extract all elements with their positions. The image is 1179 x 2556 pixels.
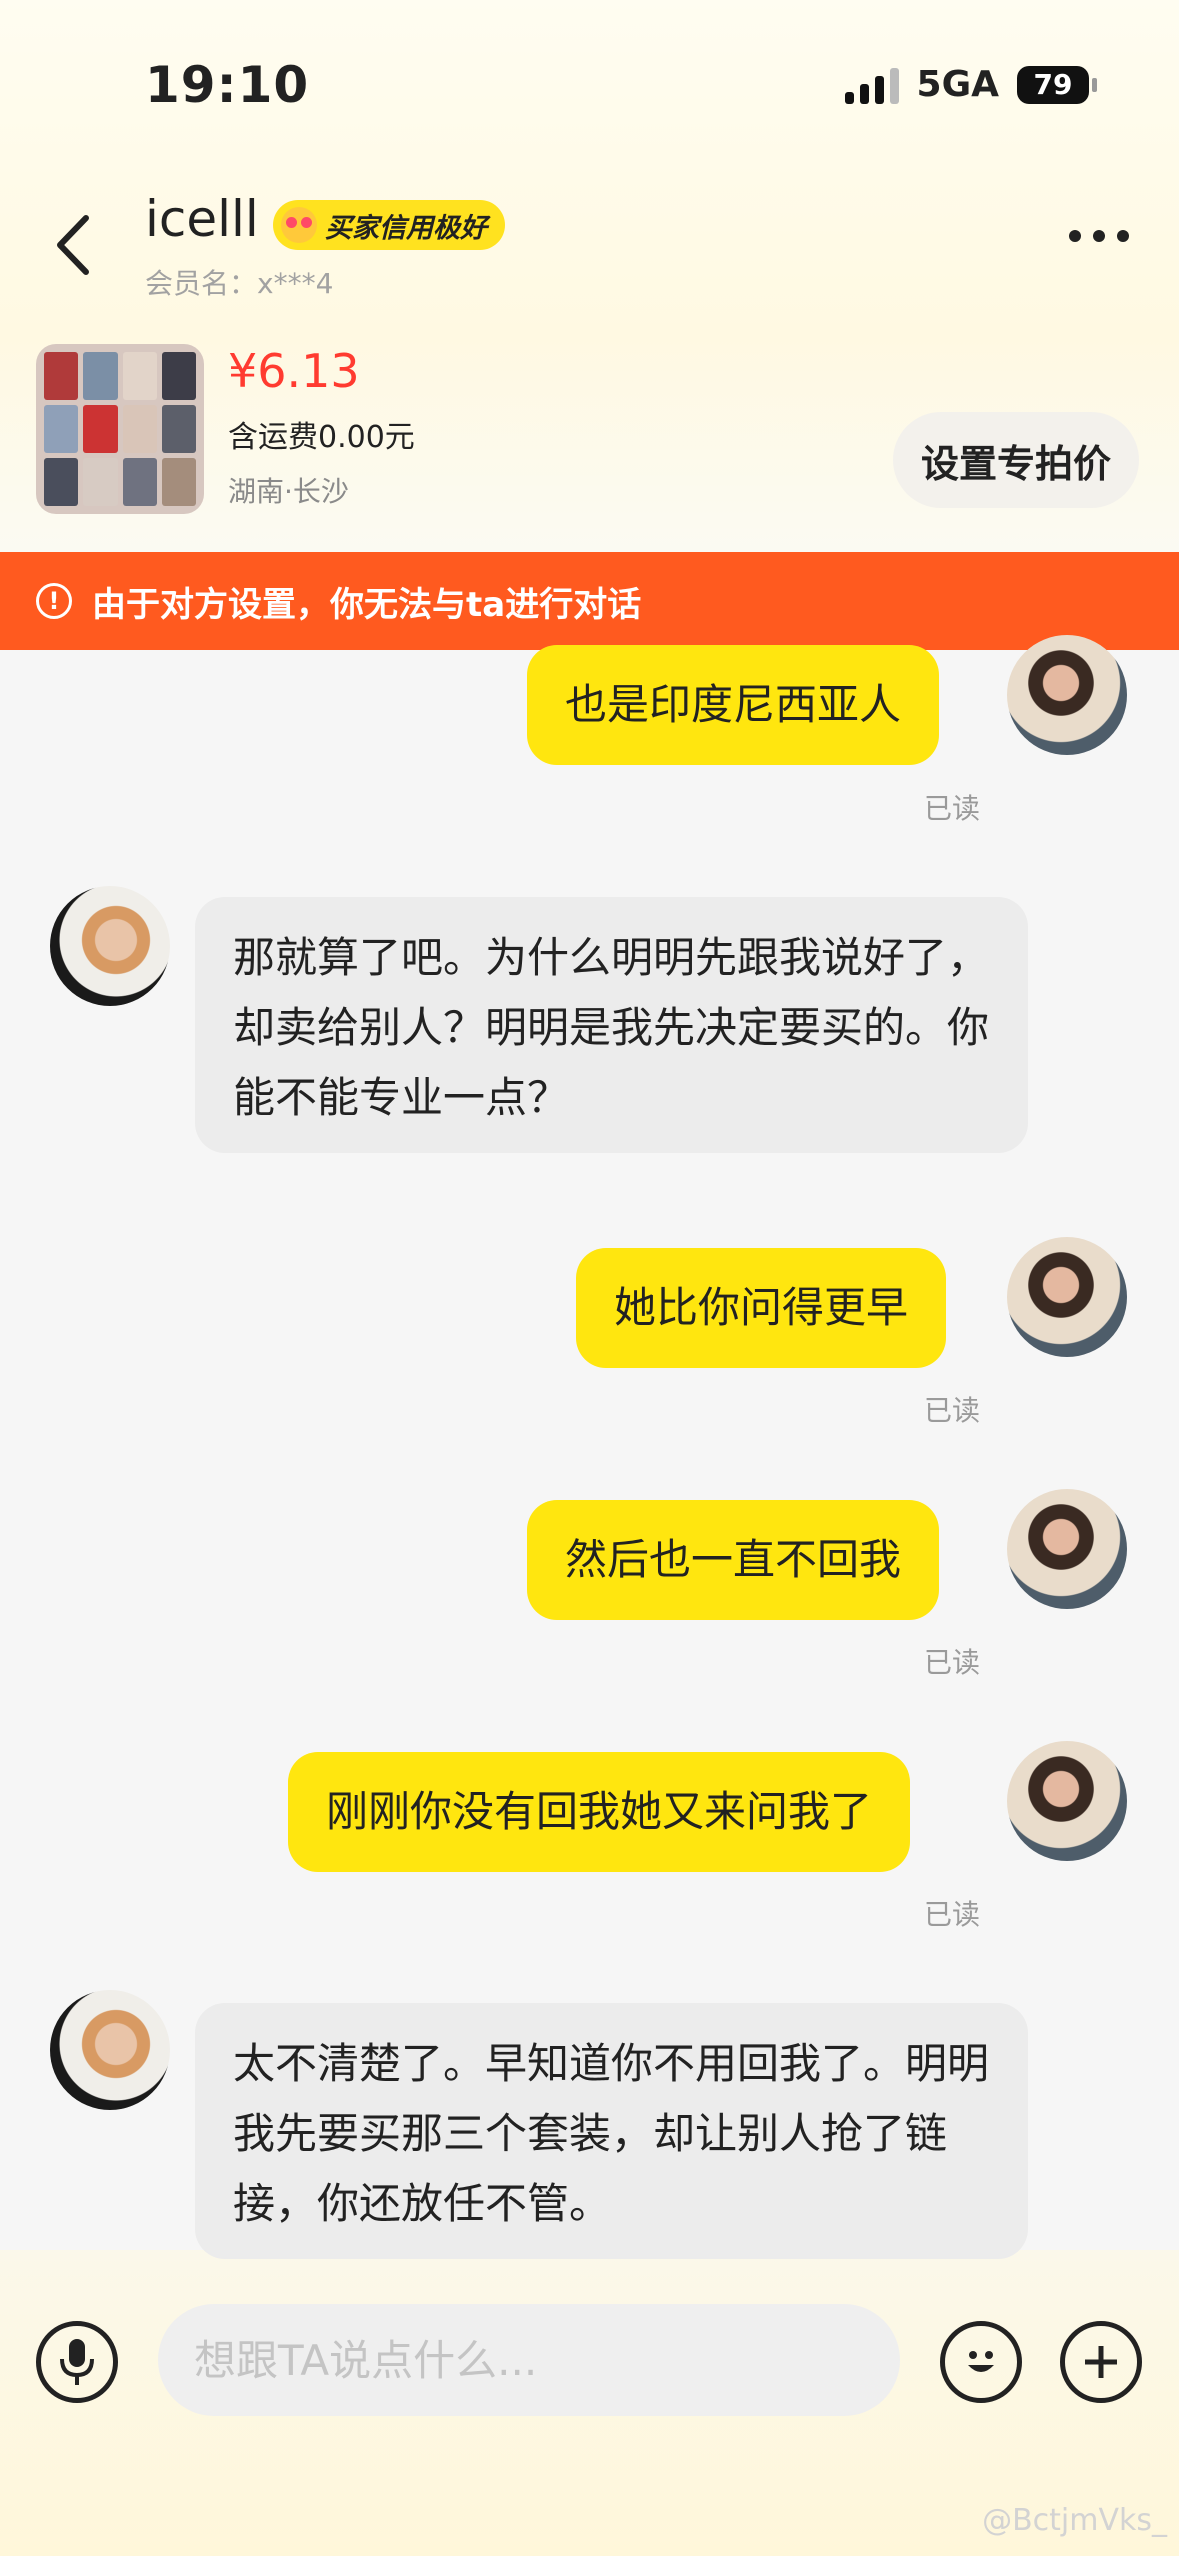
message-bubble-sent[interactable]: 她比你问得更早 xyxy=(576,1248,947,1368)
status-indicators: 5GA 79 xyxy=(844,64,1097,105)
heart-eyes-icon xyxy=(281,207,317,243)
product-location: 湖南·长沙 xyxy=(228,475,349,508)
battery-level: 79 xyxy=(1033,68,1073,101)
product-price: ¥6.13 xyxy=(228,344,360,398)
message-bubble-received[interactable]: 太不清楚了。早知道你不用回我了。明明我先要买那三个套装，却让别人抢了链接，你还放… xyxy=(195,2003,1028,2259)
microphone-icon[interactable] xyxy=(36,2321,118,2403)
battery-icon: 79 xyxy=(1017,65,1097,104)
contact-name[interactable]: icelll xyxy=(145,190,259,248)
more-options-icon[interactable] xyxy=(1069,230,1129,242)
contact-avatar[interactable] xyxy=(50,1990,170,2110)
watermark-text: @BctjmVks_ xyxy=(982,2503,1167,2538)
message-bubble-received[interactable]: 那就算了吧。为什么明明先跟我说好了，却卖给别人？明明是我先决定要买的。你能不能专… xyxy=(195,897,1028,1153)
message-bubble-sent[interactable]: 然后也一直不回我 xyxy=(527,1500,940,1620)
my-avatar[interactable] xyxy=(1007,1741,1127,1861)
message-bubble-sent[interactable]: 刚刚你没有回我她又来问我了 xyxy=(288,1752,911,1872)
message-input[interactable] xyxy=(158,2304,900,2416)
emoji-icon[interactable] xyxy=(940,2321,1022,2403)
credit-badge[interactable]: 买家信用极好 xyxy=(273,200,505,250)
read-status: 已读 xyxy=(924,792,981,825)
read-status: 已读 xyxy=(924,1394,981,1427)
contact-avatar[interactable] xyxy=(50,886,170,1006)
banner-text: 由于对方设置，你无法与ta进行对话 xyxy=(92,584,642,625)
message-bubble-sent[interactable]: 也是印度尼西亚人 xyxy=(527,645,940,765)
back-arrow-icon[interactable] xyxy=(50,210,96,280)
signal-icon xyxy=(844,66,899,104)
my-avatar[interactable] xyxy=(1007,635,1127,755)
watermark: @BctjmVks_ xyxy=(982,2503,1167,2538)
read-status: 已读 xyxy=(924,1898,981,1931)
product-thumbnail[interactable] xyxy=(36,344,204,514)
warning-icon: ! xyxy=(36,583,72,619)
status-time: 19:10 xyxy=(145,56,310,114)
my-avatar[interactable] xyxy=(1007,1489,1127,1609)
blocked-conversation-banner: ! 由于对方设置，你无法与ta进行对话 xyxy=(0,552,1179,650)
shipping-fee: 含运费0.00元 xyxy=(228,420,415,455)
member-name: 会员名：x***4 xyxy=(145,267,334,300)
read-status: 已读 xyxy=(924,1646,981,1679)
set-special-price-button[interactable]: 设置专拍价 xyxy=(892,412,1139,508)
my-avatar[interactable] xyxy=(1007,1237,1127,1357)
credit-badge-label: 买家信用极好 xyxy=(325,212,487,244)
add-icon[interactable] xyxy=(1060,2321,1142,2403)
network-label: 5GA xyxy=(916,64,999,105)
